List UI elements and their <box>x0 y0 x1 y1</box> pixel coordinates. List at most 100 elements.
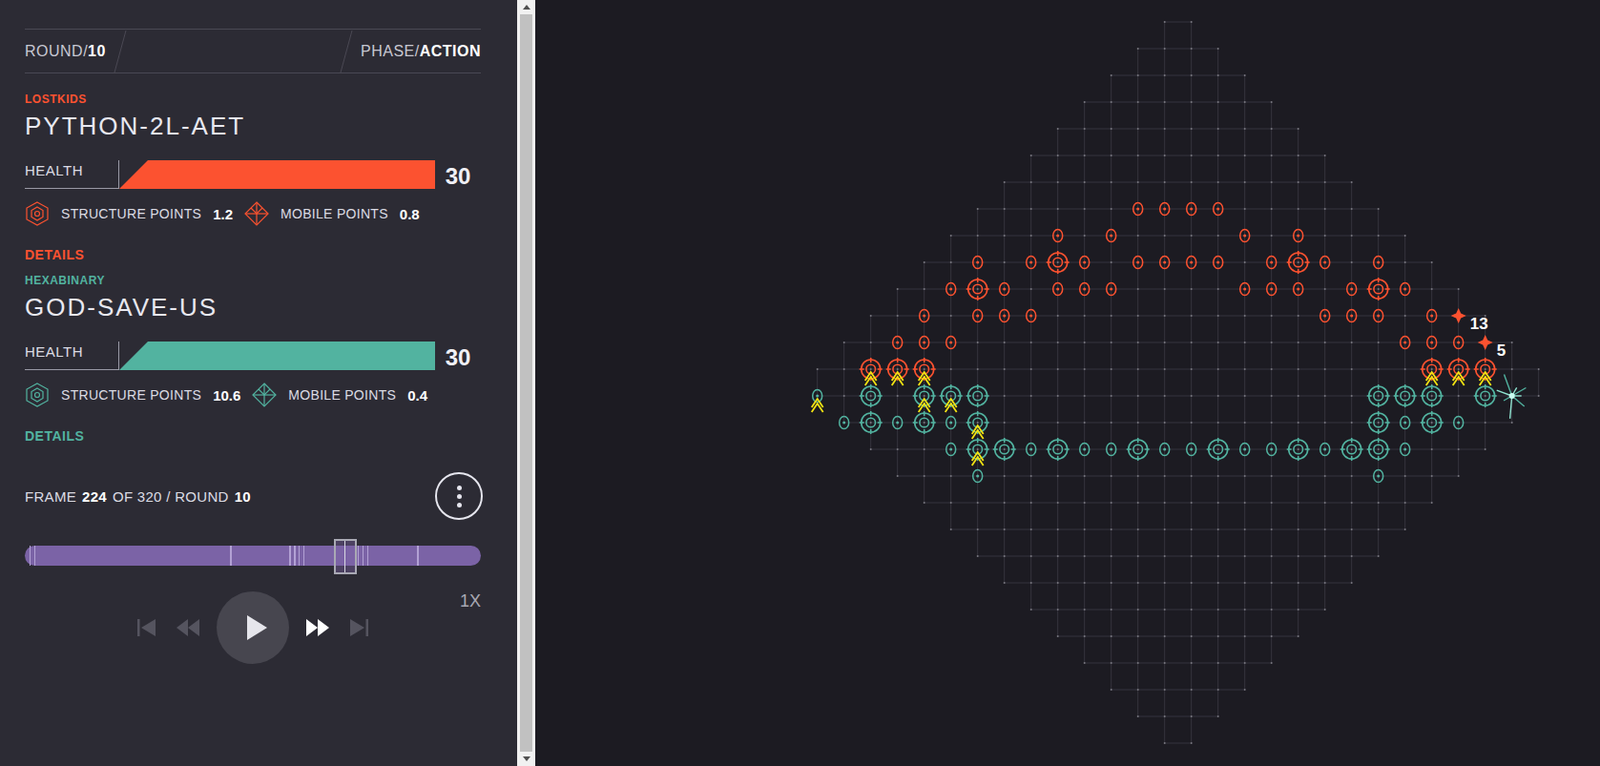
details-link[interactable]: DETAILS <box>24 246 481 264</box>
wall-unit[interactable] <box>1400 443 1411 457</box>
turret-unit[interactable] <box>1474 384 1497 408</box>
wall-unit[interactable] <box>1373 310 1384 323</box>
wall-unit[interactable] <box>1373 256 1384 270</box>
wall-unit[interactable] <box>1160 256 1170 270</box>
wall-unit[interactable] <box>1240 443 1250 457</box>
mobile-unit[interactable]: 13 <box>1451 308 1489 333</box>
wall-unit[interactable] <box>999 283 1010 296</box>
wall-unit[interactable] <box>1400 336 1411 350</box>
wall-unit[interactable] <box>1160 203 1170 216</box>
wall-unit[interactable] <box>1320 310 1330 323</box>
timeline-handle[interactable] <box>333 539 357 575</box>
wall-unit[interactable] <box>946 416 956 430</box>
wall-unit[interactable] <box>1293 229 1304 243</box>
turret-unit[interactable] <box>966 277 990 301</box>
wall-unit[interactable] <box>919 310 930 323</box>
wall-unit[interactable] <box>946 283 956 296</box>
wall-unit[interactable] <box>1213 203 1224 216</box>
forward-button[interactable] <box>305 616 331 640</box>
wall-unit[interactable] <box>973 470 983 483</box>
wall-unit[interactable] <box>1080 283 1090 296</box>
wall-unit[interactable] <box>1267 283 1277 296</box>
wall-unit[interactable] <box>1026 443 1037 457</box>
turret-unit[interactable] <box>859 411 883 435</box>
play-button[interactable] <box>216 591 290 665</box>
wall-unit[interactable] <box>1454 416 1464 430</box>
wall-unit[interactable] <box>1053 283 1063 296</box>
first-button[interactable] <box>134 616 160 640</box>
wall-unit[interactable] <box>1133 203 1143 216</box>
scroll-down-icon[interactable] <box>522 751 531 766</box>
back-button[interactable] <box>175 616 201 640</box>
timeline-slider[interactable] <box>24 545 481 566</box>
turret-unit[interactable] <box>1287 437 1310 461</box>
wall-unit[interactable] <box>1080 443 1090 457</box>
turret-unit[interactable] <box>1367 277 1391 301</box>
wall-unit[interactable] <box>1106 283 1117 296</box>
wall-unit[interactable] <box>1026 310 1037 323</box>
wall-unit[interactable] <box>1240 283 1250 296</box>
wall-unit[interactable] <box>1320 443 1330 457</box>
wall-unit[interactable] <box>1186 256 1197 270</box>
scroll-up-icon[interactable] <box>522 0 531 15</box>
speed-selector[interactable]: 1X <box>459 591 481 612</box>
wall-unit[interactable] <box>1400 283 1411 296</box>
turret-unit[interactable] <box>1046 437 1070 461</box>
wall-unit[interactable] <box>893 336 903 350</box>
wall-unit[interactable] <box>946 443 956 457</box>
wall-unit[interactable] <box>946 336 956 350</box>
wall-unit[interactable] <box>1347 310 1357 323</box>
wall-unit[interactable] <box>1240 229 1250 243</box>
last-button[interactable] <box>346 616 372 640</box>
turret-unit[interactable] <box>1206 437 1230 461</box>
wall-unit[interactable] <box>839 416 850 430</box>
wall-unit[interactable] <box>919 336 930 350</box>
turret-unit[interactable] <box>993 437 1017 461</box>
turret-unit[interactable] <box>1340 437 1364 461</box>
health-fill <box>119 160 436 189</box>
wall-unit[interactable] <box>1213 256 1224 270</box>
wall-unit[interactable] <box>1454 336 1464 350</box>
wall-unit[interactable] <box>1427 310 1437 323</box>
stat-value: 0.4 <box>407 387 428 404</box>
wall-unit[interactable] <box>1186 443 1197 457</box>
wall-unit[interactable] <box>893 416 903 430</box>
turret-unit[interactable] <box>1126 437 1150 461</box>
wall-unit[interactable] <box>1267 443 1277 457</box>
wall-unit[interactable] <box>1373 470 1384 483</box>
wall-unit[interactable] <box>1320 256 1330 270</box>
wall-unit[interactable] <box>1186 203 1197 216</box>
turret-unit[interactable] <box>1367 411 1391 435</box>
turret-unit[interactable] <box>1046 250 1070 274</box>
turret-unit[interactable] <box>1367 437 1391 461</box>
wall-unit[interactable] <box>1293 283 1304 296</box>
wall-unit[interactable] <box>1106 229 1117 243</box>
turret-unit[interactable] <box>1420 384 1444 408</box>
wall-unit[interactable] <box>1427 336 1437 350</box>
health-fill <box>119 341 436 371</box>
turret-unit[interactable] <box>1420 411 1444 435</box>
turret-unit[interactable] <box>913 411 936 435</box>
wall-unit[interactable] <box>973 310 983 323</box>
turret-unit[interactable] <box>1367 384 1391 408</box>
wall-unit[interactable] <box>1160 443 1170 457</box>
wall-unit[interactable] <box>1347 283 1357 296</box>
wall-unit[interactable] <box>1106 443 1117 457</box>
turret-unit[interactable] <box>859 384 883 408</box>
scrollbar[interactable] <box>517 0 536 766</box>
menu-button[interactable] <box>435 472 483 520</box>
turret-unit[interactable] <box>1393 384 1417 408</box>
mobile-unit[interactable]: 5 <box>1477 334 1506 360</box>
wall-unit[interactable] <box>1400 416 1411 430</box>
turret-unit[interactable] <box>966 384 990 408</box>
scroll-thumb[interactable] <box>519 14 533 752</box>
wall-unit[interactable] <box>973 256 983 270</box>
turret-unit[interactable] <box>1287 250 1310 274</box>
wall-unit[interactable] <box>1080 256 1090 270</box>
wall-unit[interactable] <box>1267 256 1277 270</box>
wall-unit[interactable] <box>999 310 1010 323</box>
wall-unit[interactable] <box>1026 256 1037 270</box>
details-link[interactable]: DETAILS <box>24 427 481 445</box>
wall-unit[interactable] <box>1133 256 1143 270</box>
wall-unit[interactable] <box>1053 229 1063 243</box>
